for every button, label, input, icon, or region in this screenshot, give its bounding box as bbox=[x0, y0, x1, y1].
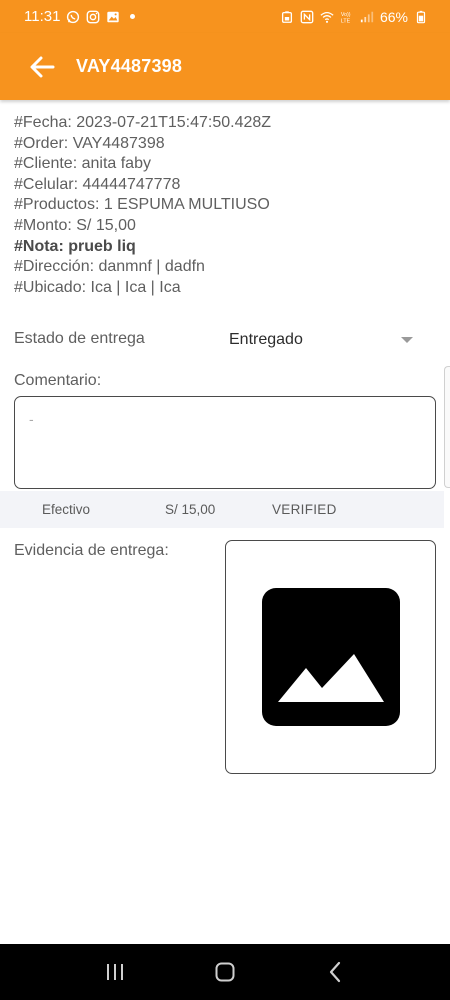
scroll-handle[interactable] bbox=[444, 366, 450, 488]
payment-amount: S/ 15,00 bbox=[165, 502, 216, 517]
estado-label: Estado de entrega bbox=[14, 330, 145, 347]
recents-button[interactable] bbox=[95, 952, 135, 992]
notification-dot bbox=[130, 14, 136, 19]
home-button[interactable] bbox=[205, 952, 245, 992]
payment-status: VERIFIED bbox=[272, 502, 337, 517]
volte-icon: Vo)) LTE bbox=[340, 10, 354, 24]
home-icon bbox=[215, 962, 235, 982]
image-placeholder-icon bbox=[261, 588, 400, 726]
back-icon bbox=[329, 961, 341, 983]
nav-back-button[interactable] bbox=[315, 952, 355, 992]
svg-text:Vo)): Vo)) bbox=[341, 12, 351, 18]
status-bar: 11:31 Vo)) LTE 66% bbox=[0, 0, 450, 33]
detail-nota: #Nota: prueb liq bbox=[14, 237, 136, 255]
comentario-label: Comentario: bbox=[14, 372, 102, 389]
detail-cliente: #Cliente: anita faby bbox=[14, 155, 151, 173]
comentario-input[interactable]: - bbox=[14, 396, 436, 489]
battery-percent: 66% bbox=[379, 8, 408, 25]
battery-icon bbox=[414, 10, 428, 24]
evidence-image-picker[interactable] bbox=[225, 540, 436, 774]
battery-saver-icon bbox=[280, 10, 294, 24]
detail-direccion: #Dirección: danmnf | dadfn bbox=[14, 258, 205, 276]
app-bar: VAY4487398 bbox=[0, 33, 450, 100]
wifi-icon bbox=[320, 10, 334, 24]
status-left: 11:31 bbox=[24, 8, 136, 25]
svg-text:LTE: LTE bbox=[341, 18, 351, 24]
detail-fecha: #Fecha: 2023-07-21T15:47:50.428Z bbox=[14, 114, 272, 131]
system-nav-bar bbox=[0, 944, 450, 1000]
instagram-icon bbox=[86, 10, 100, 24]
recents-icon bbox=[107, 964, 123, 980]
detail-celular: #Celular: 44444747778 bbox=[14, 175, 181, 193]
detail-productos: #Productos: 1 ESPUMA MULTIUSO bbox=[14, 196, 270, 214]
order-details: #Fecha: 2023-07-21T15:47:50.428Z #Order:… bbox=[14, 113, 434, 298]
status-right: Vo)) LTE 66% bbox=[280, 9, 428, 25]
estado-value: Entregado bbox=[229, 331, 303, 348]
arrow-left-icon bbox=[30, 56, 55, 77]
status-time: 11:31 bbox=[24, 8, 61, 25]
detail-ubicado: #Ubicado: Ica | Ica | Ica bbox=[14, 278, 181, 296]
evidencia-label: Evidencia de entrega: bbox=[14, 542, 169, 559]
whatsapp-icon bbox=[66, 10, 80, 24]
gallery-icon bbox=[106, 10, 120, 24]
estado-dropdown[interactable]: Entregado bbox=[229, 326, 421, 354]
signal-icon bbox=[360, 10, 374, 24]
nfc-icon bbox=[300, 10, 314, 24]
payment-method: Efectivo bbox=[42, 502, 91, 517]
caret-down-icon bbox=[401, 337, 413, 343]
detail-order: #Order: VAY4487398 bbox=[14, 134, 165, 152]
page-title: VAY4487398 bbox=[76, 56, 183, 76]
back-button[interactable] bbox=[26, 51, 58, 83]
payment-row: Efectivo S/ 15,00 VERIFIED bbox=[0, 491, 444, 528]
detail-monto: #Monto: S/ 15,00 bbox=[14, 216, 136, 234]
